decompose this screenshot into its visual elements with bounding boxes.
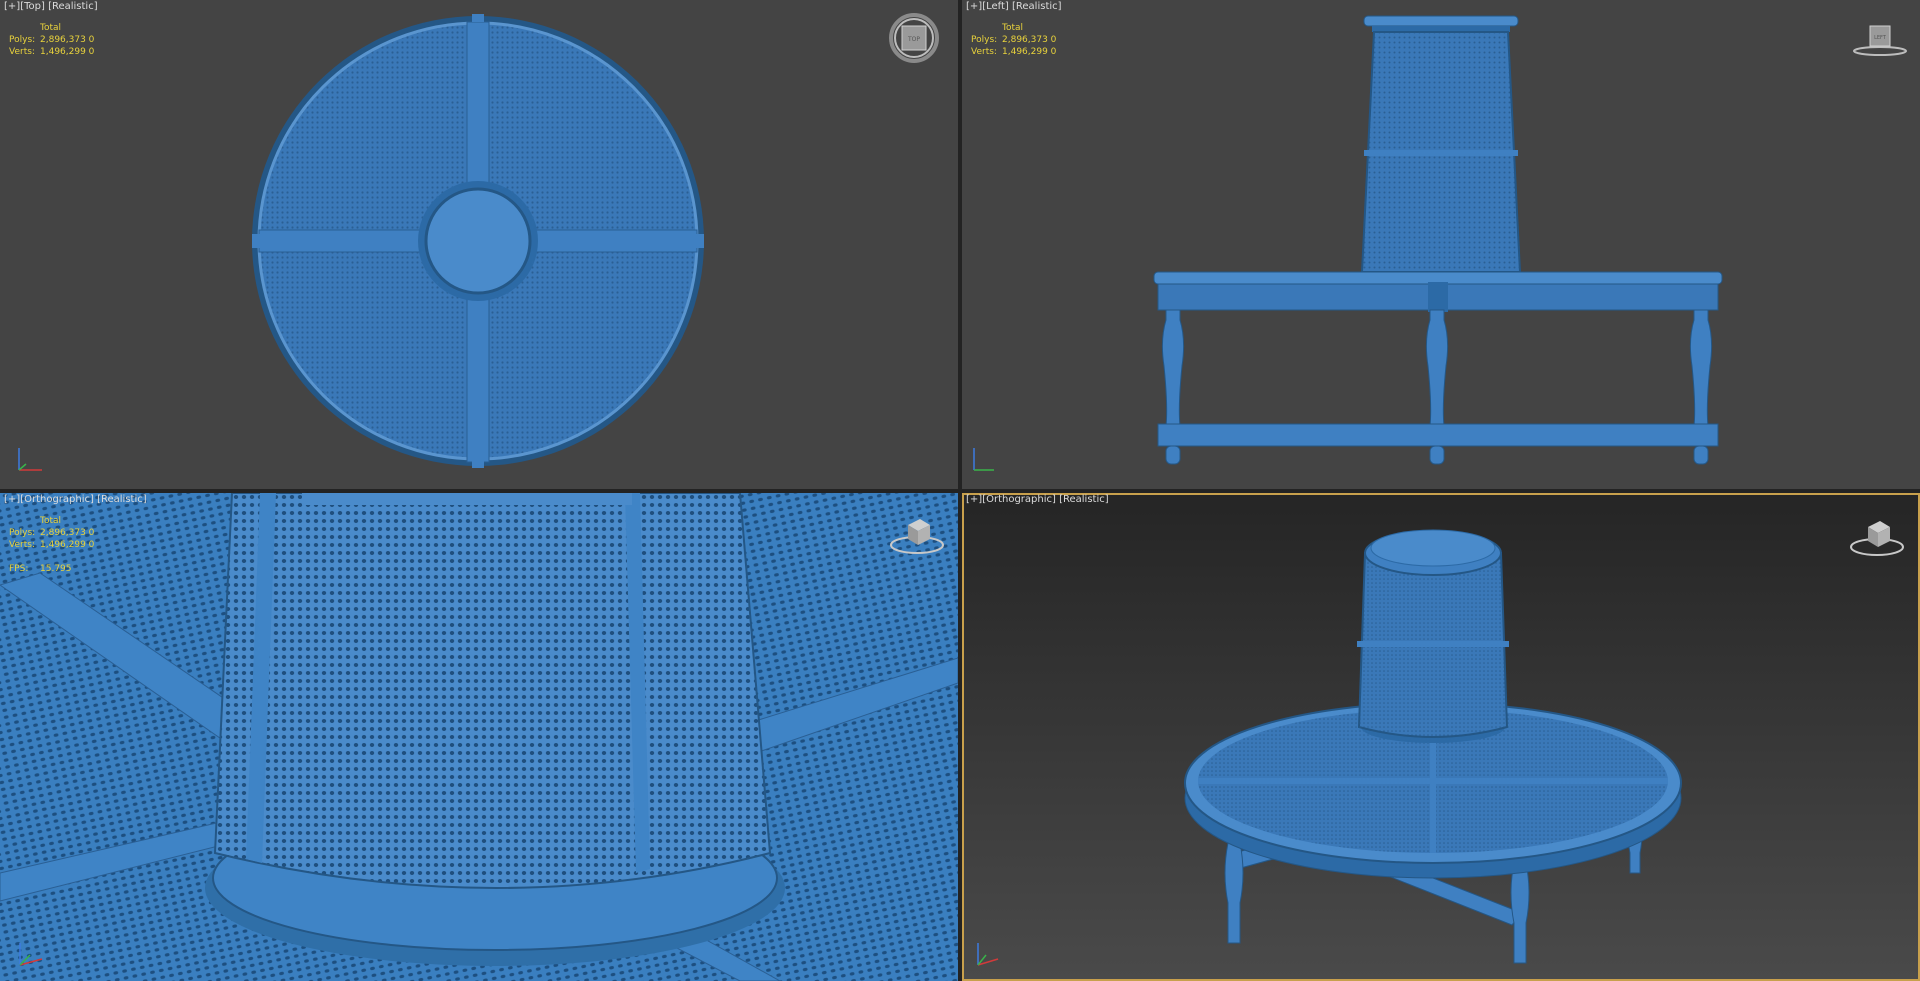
axis-tripod-icon [973, 448, 994, 471]
stats-polys-value: 2,896,373 0 [40, 35, 95, 45]
stats-verts-value: 1,496,299 0 [40, 540, 95, 550]
stats-header: Total [40, 516, 62, 526]
viewport-statistics: Total Polys: 2,896,373 0 Verts: 1,496,299 … [971, 22, 1056, 58]
viewport-shading[interactable]: [Realistic] [1059, 494, 1109, 505]
stats-fps-label: FPS: [9, 564, 29, 574]
stats-polys-label: Polys: [9, 528, 36, 538]
axis-tripod-icon [19, 943, 43, 966]
viewcube-icon[interactable]: LEFT [1850, 22, 1910, 58]
viewport-shading[interactable]: [Realistic] [97, 494, 147, 505]
viewport-menu-plus[interactable]: [+] [4, 494, 20, 505]
viewcube-icon[interactable] [1846, 515, 1908, 559]
viewcube-face-label: LEFT [1874, 35, 1887, 41]
stats-verts-value: 1,496,299 0 [40, 47, 95, 57]
viewport-top[interactable]: [+][Top] [Realistic] Total Polys: 2,896,3… [0, 0, 958, 489]
viewport-label[interactable]: [+][Left] [Realistic] [966, 1, 1062, 12]
viewport-label[interactable]: [+][Orthographic] [Realistic] [4, 494, 147, 505]
axis-tripod-icon [977, 943, 999, 966]
viewport-statistics: Total Polys: 2,896,373 0 Verts: 1,496,299 … [9, 515, 94, 575]
viewport-shading[interactable]: [Realistic] [48, 1, 98, 12]
viewcube-face-label: TOP [907, 36, 920, 43]
viewport-menu-plus[interactable]: [+] [966, 494, 982, 505]
viewport-shading[interactable]: [Realistic] [1012, 1, 1062, 12]
stats-polys-value: 2,896,373 0 [40, 528, 95, 538]
viewport-point-of-view[interactable]: [Orthographic] [20, 494, 94, 505]
stats-header: Total [1002, 23, 1024, 33]
model-closeup-view [0, 493, 958, 981]
viewcube-icon[interactable]: TOP [888, 12, 940, 64]
viewport-closeup[interactable]: [+][Orthographic] [Realistic] Total Poly… [0, 493, 958, 981]
viewport-point-of-view[interactable]: [Left] [982, 1, 1009, 12]
viewport-label[interactable]: [+][Top] [Realistic] [4, 1, 98, 12]
viewport-menu-plus[interactable]: [+] [966, 1, 982, 12]
stats-fps-value: 15.795 [40, 564, 72, 574]
model-left-view [1153, 15, 1723, 465]
stats-verts-value: 1,496,299 0 [1002, 47, 1057, 57]
stats-polys-label: Polys: [971, 35, 998, 45]
viewport-left[interactable]: [+][Left] [Realistic] Total Polys: 2,896,… [962, 0, 1920, 489]
stats-verts-label: Verts: [971, 47, 997, 57]
viewcube-icon[interactable] [886, 513, 948, 557]
stats-verts-label: Verts: [9, 47, 35, 57]
model-orthographic-view [1184, 529, 1682, 964]
stats-header: Total [40, 23, 62, 33]
stats-verts-label: Verts: [9, 540, 35, 550]
axis-tripod-icon [18, 448, 42, 471]
stats-polys-label: Polys: [9, 35, 36, 45]
stats-polys-value: 2,896,373 0 [1002, 35, 1057, 45]
model-top-view [252, 14, 704, 468]
viewport-label[interactable]: [+][Orthographic] [Realistic] [966, 494, 1109, 505]
viewport-statistics: Total Polys: 2,896,373 0 Verts: 1,496,299 … [9, 22, 94, 58]
viewport-orthographic-active[interactable]: [+][Orthographic] [Realistic] [962, 493, 1920, 981]
viewport-point-of-view[interactable]: [Orthographic] [982, 494, 1056, 505]
viewport-point-of-view[interactable]: [Top] [20, 1, 45, 12]
viewport-menu-plus[interactable]: [+] [4, 1, 20, 12]
